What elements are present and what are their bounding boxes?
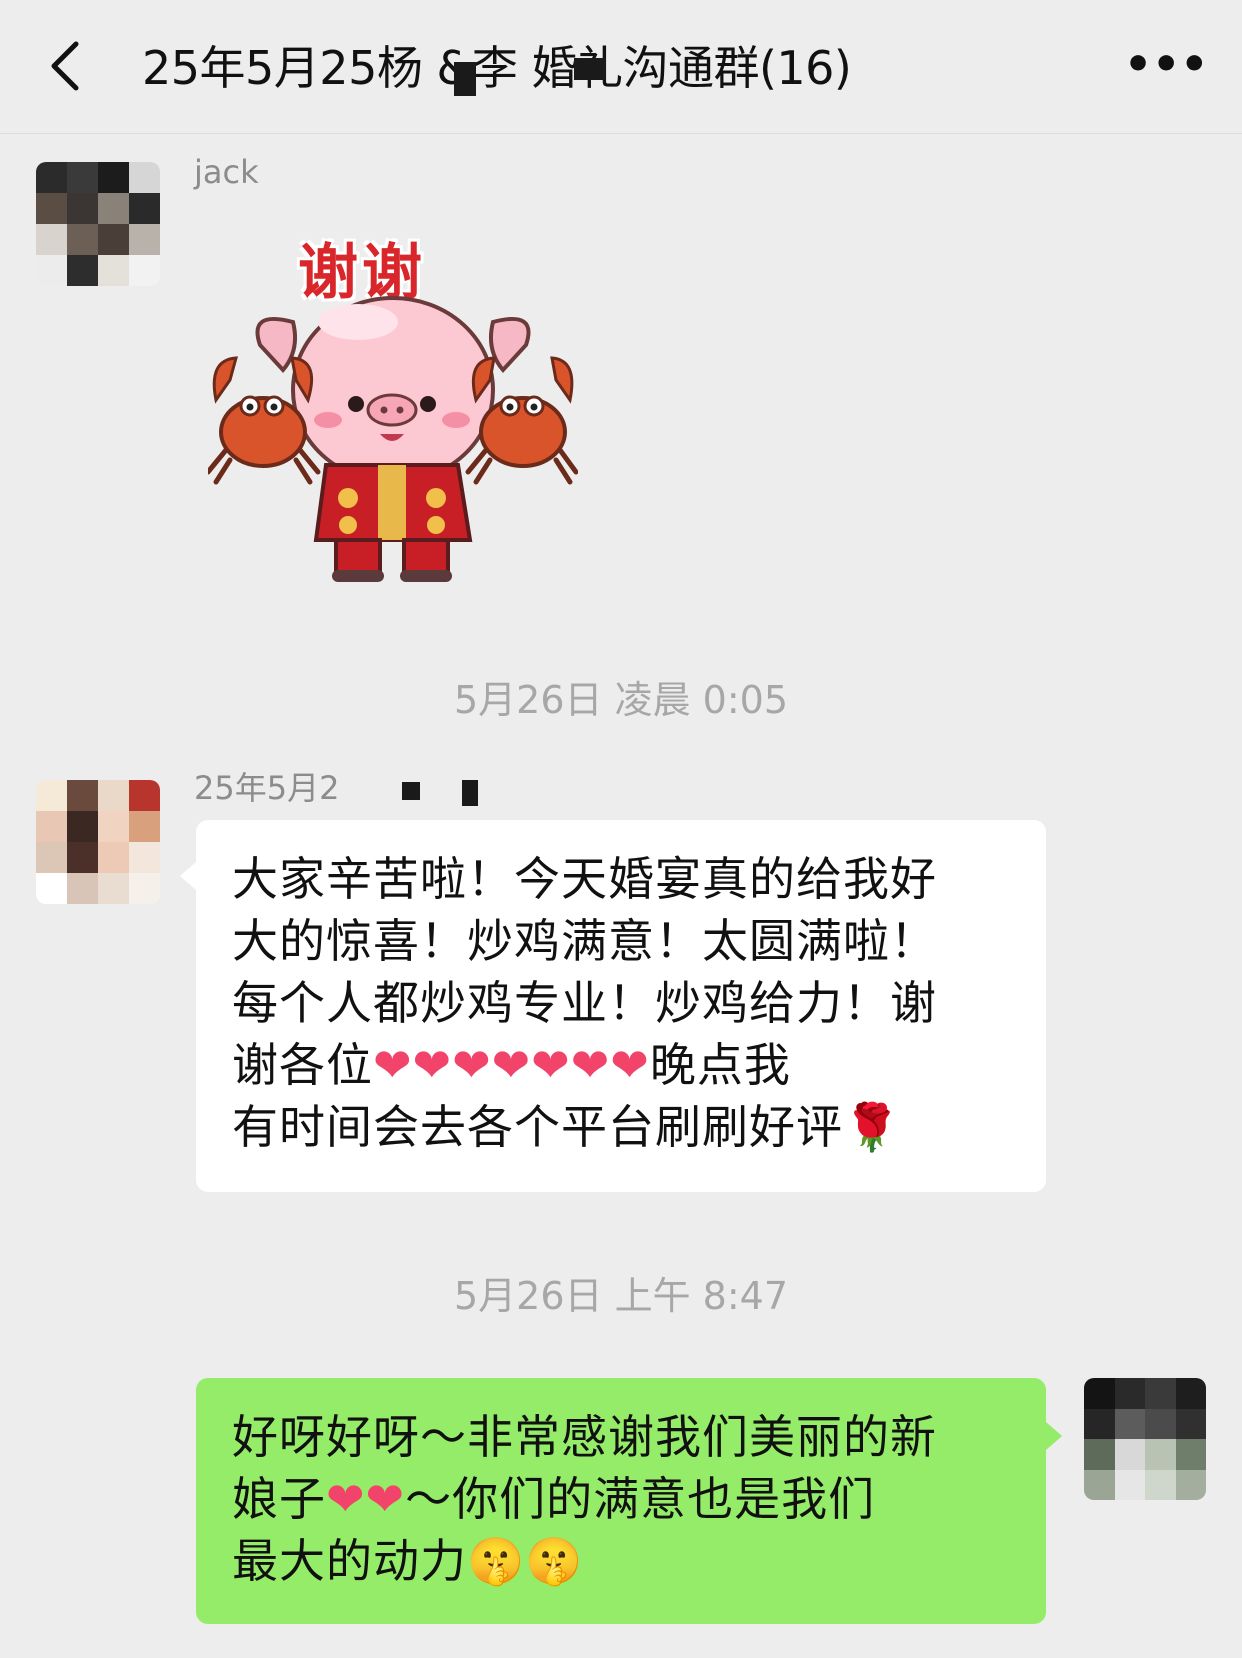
bubble-tail (1046, 1422, 1062, 1450)
sender-name: jack (194, 153, 259, 191)
message-text: 晚点我 (649, 1038, 791, 1092)
heart-emoji-icon: ❤❤ (326, 1472, 406, 1526)
message-text: 有时间会去各个平台刷刷好评 (232, 1100, 843, 1154)
more-options-button[interactable]: ••• (1124, 40, 1208, 90)
message-line: 大的惊喜！炒鸡满意！太圆满啦！ (232, 914, 937, 968)
message-line: 娘子❤❤～你们的满意也是我们 (232, 1468, 1010, 1530)
message-line: 有时间会去各个平台刷刷好评🌹 (232, 1096, 1010, 1158)
redaction-block (462, 780, 478, 806)
timestamp: 5月26日 上午 8:47 (453, 1274, 789, 1318)
avatar[interactable] (36, 780, 160, 904)
avatar[interactable] (1084, 1378, 1206, 1500)
timestamp: 5月26日 凌晨 0:05 (453, 678, 789, 722)
chat-title: 25年5月25杨 &李 婚礼沟通群(16) (142, 41, 852, 95)
sender-name: 25年5月2 (194, 769, 340, 807)
rose-emoji-icon: 🌹 (843, 1100, 902, 1154)
redaction-block (574, 58, 606, 80)
redaction-block (454, 62, 476, 96)
message-line: 谢各位❤❤❤❤❤❤❤晚点我 (232, 1034, 1010, 1096)
message-line: 每个人都炒鸡专业！炒鸡给力！谢 (232, 976, 937, 1030)
message-text: 娘子 (232, 1472, 326, 1526)
message-text: ～你们的满意也是我们 (405, 1472, 876, 1526)
message-line: 大家辛苦啦！今天婚宴真的给我好 (232, 852, 937, 906)
message-line: 好呀好呀～非常感谢我们美丽的新 (232, 1410, 937, 1464)
redaction-block (402, 782, 420, 800)
pig-with-crabs-sticker[interactable]: 谢谢 (208, 210, 578, 590)
message-line: 最大的动力🤫🤫 (232, 1530, 1010, 1592)
message-text: 最大的动力 (232, 1534, 467, 1588)
chevron-left-icon[interactable] (40, 36, 92, 96)
message-bubble[interactable]: 大家辛苦啦！今天婚宴真的给我好 大的惊喜！炒鸡满意！太圆满啦！ 每个人都炒鸡专业… (196, 820, 1046, 1192)
message-text: 谢各位 (232, 1038, 373, 1092)
bubble-tail (180, 862, 196, 890)
message-bubble[interactable]: 好呀好呀～非常感谢我们美丽的新 娘子❤❤～你们的满意也是我们 最大的动力🤫🤫 (196, 1378, 1046, 1624)
chat-header: 25年5月25杨 &李 婚礼沟通群(16) ••• (0, 0, 1242, 134)
avatar[interactable] (36, 162, 160, 286)
shushing-emoji-icon: 🤫🤫 (467, 1534, 584, 1588)
heart-emoji-icon: ❤❤❤❤❤❤❤ (373, 1038, 650, 1092)
